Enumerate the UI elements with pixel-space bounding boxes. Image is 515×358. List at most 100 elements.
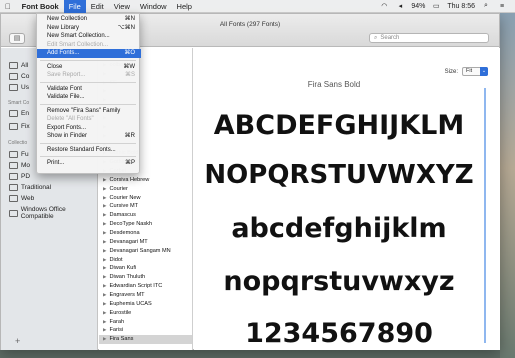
file-menu-item[interactable]: Validate File... — [37, 93, 141, 102]
file-menu-item[interactable]: Restore Standard Fonts... — [37, 146, 141, 155]
font-list-item-label: Damascus — [109, 212, 136, 219]
sidebar-toggle-button[interactable]: ▤ — [9, 33, 25, 44]
folder-icon — [9, 173, 18, 180]
disclosure-triangle-icon[interactable]: ▶ — [103, 195, 106, 200]
disclosure-triangle-icon[interactable]: ▶ — [103, 203, 106, 208]
file-menu-item[interactable]: Close ⌘W — [37, 63, 141, 72]
sidebar-item-english[interactable]: En — [9, 110, 29, 117]
font-list-item[interactable]: ▶ Euphemia UCAS — [99, 300, 192, 309]
smart-collections-heading: Smart Co — [8, 100, 30, 106]
font-list-item[interactable]: ▶ Diwan Thuluth — [99, 273, 192, 282]
font-list-item[interactable]: ▶ Farisi — [99, 326, 192, 335]
volume-icon[interactable]: ◂ — [395, 2, 405, 10]
font-list-item[interactable]: ▶ Fira Sans — [99, 335, 192, 344]
preview-line: ABCDEFGHIJKLM — [213, 110, 465, 141]
font-list-item-label: DecoType Naskh — [109, 221, 153, 228]
sidebar-item-fixed-width[interactable]: Fix — [9, 123, 30, 130]
sidebar-item-windows-office[interactable]: Windows Office Compatible — [9, 206, 97, 220]
sidebar-item-web[interactable]: Web — [9, 195, 34, 202]
menu-item-label: New Library — [47, 24, 80, 31]
file-menu-item[interactable]: New Collection ⌘N — [37, 15, 141, 24]
font-list-item[interactable]: ▶ Corsiva Hebrew — [99, 176, 192, 185]
font-list-item[interactable]: ▶ Damascus — [99, 211, 192, 220]
font-list-item[interactable]: ▶ Edwardian Script ITC — [99, 282, 192, 291]
font-list-item-label: Edwardian Script ITC — [109, 283, 163, 290]
disclosure-triangle-icon[interactable]: ▶ — [103, 292, 106, 297]
file-menu-item[interactable]: Add Fonts... ⌘O — [37, 49, 141, 58]
sidebar-item-pdf[interactable]: PD — [9, 173, 30, 180]
disclosure-triangle-icon[interactable]: ▶ — [103, 212, 106, 217]
battery-percent[interactable]: 94% — [411, 3, 425, 10]
file-menu-item[interactable]: Export Fonts... — [37, 124, 141, 133]
apple-icon[interactable]:  — [0, 0, 16, 13]
disclosure-triangle-icon[interactable]: ▶ — [103, 257, 106, 262]
disclosure-triangle-icon[interactable]: ▶ — [103, 327, 106, 332]
file-menu-item[interactable]: Print... ⌘P — [37, 159, 141, 168]
sidebar-item-computer[interactable]: Co — [9, 73, 29, 80]
font-list-item[interactable]: ▶ Desdemona — [99, 229, 192, 238]
disclosure-triangle-icon[interactable]: ▶ — [103, 301, 106, 306]
font-list-item[interactable]: ▶ Devanagari Sangam MN — [99, 247, 192, 256]
font-list-item[interactable]: ▶ Farah — [99, 318, 192, 327]
add-collection-icon[interactable]: + — [15, 336, 20, 346]
file-menu-item[interactable]: Show in Finder ⌘R — [37, 132, 141, 141]
file-menu-item[interactable]: New Library ⌥⌘N — [37, 24, 141, 33]
folder-icon — [9, 184, 18, 191]
battery-icon[interactable]: ▭ — [431, 2, 441, 10]
menu-help[interactable]: Help — [172, 0, 197, 13]
disclosure-triangle-icon[interactable]: ▶ — [103, 310, 106, 315]
font-list-item[interactable]: ▶ Eurostile — [99, 309, 192, 318]
disclosure-triangle-icon[interactable]: ▶ — [103, 186, 106, 191]
disclosure-triangle-icon[interactable]: ▶ — [103, 274, 106, 279]
disclosure-triangle-icon[interactable]: ▶ — [103, 283, 106, 288]
search-field[interactable]: ⌕ Search — [369, 33, 489, 43]
sidebar-item-traditional[interactable]: Traditional — [9, 184, 51, 191]
disclosure-triangle-icon[interactable]: ▶ — [103, 248, 106, 253]
menu-item-shortcut: ⌥⌘N — [117, 24, 135, 31]
menu-item-shortcut: ⌘O — [124, 50, 135, 56]
menu-edit[interactable]: Edit — [86, 0, 109, 13]
sidebar-item-user[interactable]: Us — [9, 84, 29, 91]
size-slider[interactable] — [484, 88, 486, 343]
font-list-item[interactable]: ▶ Didot — [99, 256, 192, 265]
clock[interactable]: Thu 8:56 — [447, 3, 475, 10]
disclosure-triangle-icon[interactable]: ▶ — [103, 239, 106, 244]
disclosure-triangle-icon[interactable]: ▶ — [103, 177, 106, 182]
file-menu-item[interactable]: New Smart Collection... — [37, 32, 141, 41]
font-list-item-label: Corsiva Hebrew — [109, 176, 150, 183]
font-list-item[interactable]: ▶ Courier — [99, 185, 192, 194]
disclosure-triangle-icon[interactable]: ▶ — [103, 265, 106, 270]
menu-item-label: Close — [47, 63, 63, 70]
disclosure-triangle-icon[interactable]: ▶ — [103, 221, 106, 226]
menu-item-label: Delete "All Fonts" — [47, 116, 94, 122]
font-list-item[interactable]: ▶ Cursive MT — [99, 202, 192, 211]
menu-item-label: Validate File... — [47, 94, 85, 100]
sidebar-item-modern[interactable]: Mo — [9, 162, 30, 169]
font-list-item[interactable]: ▶ Courier New — [99, 194, 192, 203]
file-menu-item: Edit Smart Collection... — [37, 41, 141, 50]
file-menu-item[interactable]: Remove "Fira Sans" Family — [37, 107, 141, 116]
disclosure-triangle-icon[interactable]: ▶ — [103, 336, 106, 341]
search-icon[interactable]: ⌕ — [481, 2, 491, 10]
font-list-item[interactable]: ▶ Engravers MT — [99, 291, 192, 300]
disclosure-triangle-icon[interactable]: ▶ — [103, 230, 106, 235]
menu-view[interactable]: View — [109, 0, 135, 13]
sidebar-item-all-fonts[interactable]: All — [9, 62, 28, 69]
font-collection-icon — [9, 62, 18, 69]
menu-file[interactable]: File — [63, 0, 86, 13]
disclosure-triangle-icon[interactable]: ▶ — [103, 319, 106, 324]
file-menu-item[interactable]: Validate Font — [37, 85, 141, 94]
menu-window[interactable]: Window — [135, 0, 172, 13]
preview-font-name: Fira Sans Bold — [307, 80, 361, 89]
menu-app-name[interactable]: Font Book — [16, 0, 64, 13]
font-list-item[interactable]: ▶ Devanagari MT — [99, 238, 192, 247]
sidebar-item-fun[interactable]: Fu — [9, 151, 29, 158]
menu-list-icon[interactable]: ≡ — [497, 3, 507, 10]
wifi-icon[interactable]: ◠ — [379, 2, 389, 10]
preview-line: abcdefghijklm — [231, 213, 447, 244]
font-list-item[interactable]: ▶ Diwan Kufi — [99, 264, 192, 273]
font-list-item[interactable]: ▶ DecoType Naskh — [99, 220, 192, 229]
gear-icon — [9, 123, 18, 130]
font-list-item-label: Diwan Thuluth — [109, 274, 146, 281]
size-select[interactable]: Fit ⌄ — [462, 67, 488, 76]
